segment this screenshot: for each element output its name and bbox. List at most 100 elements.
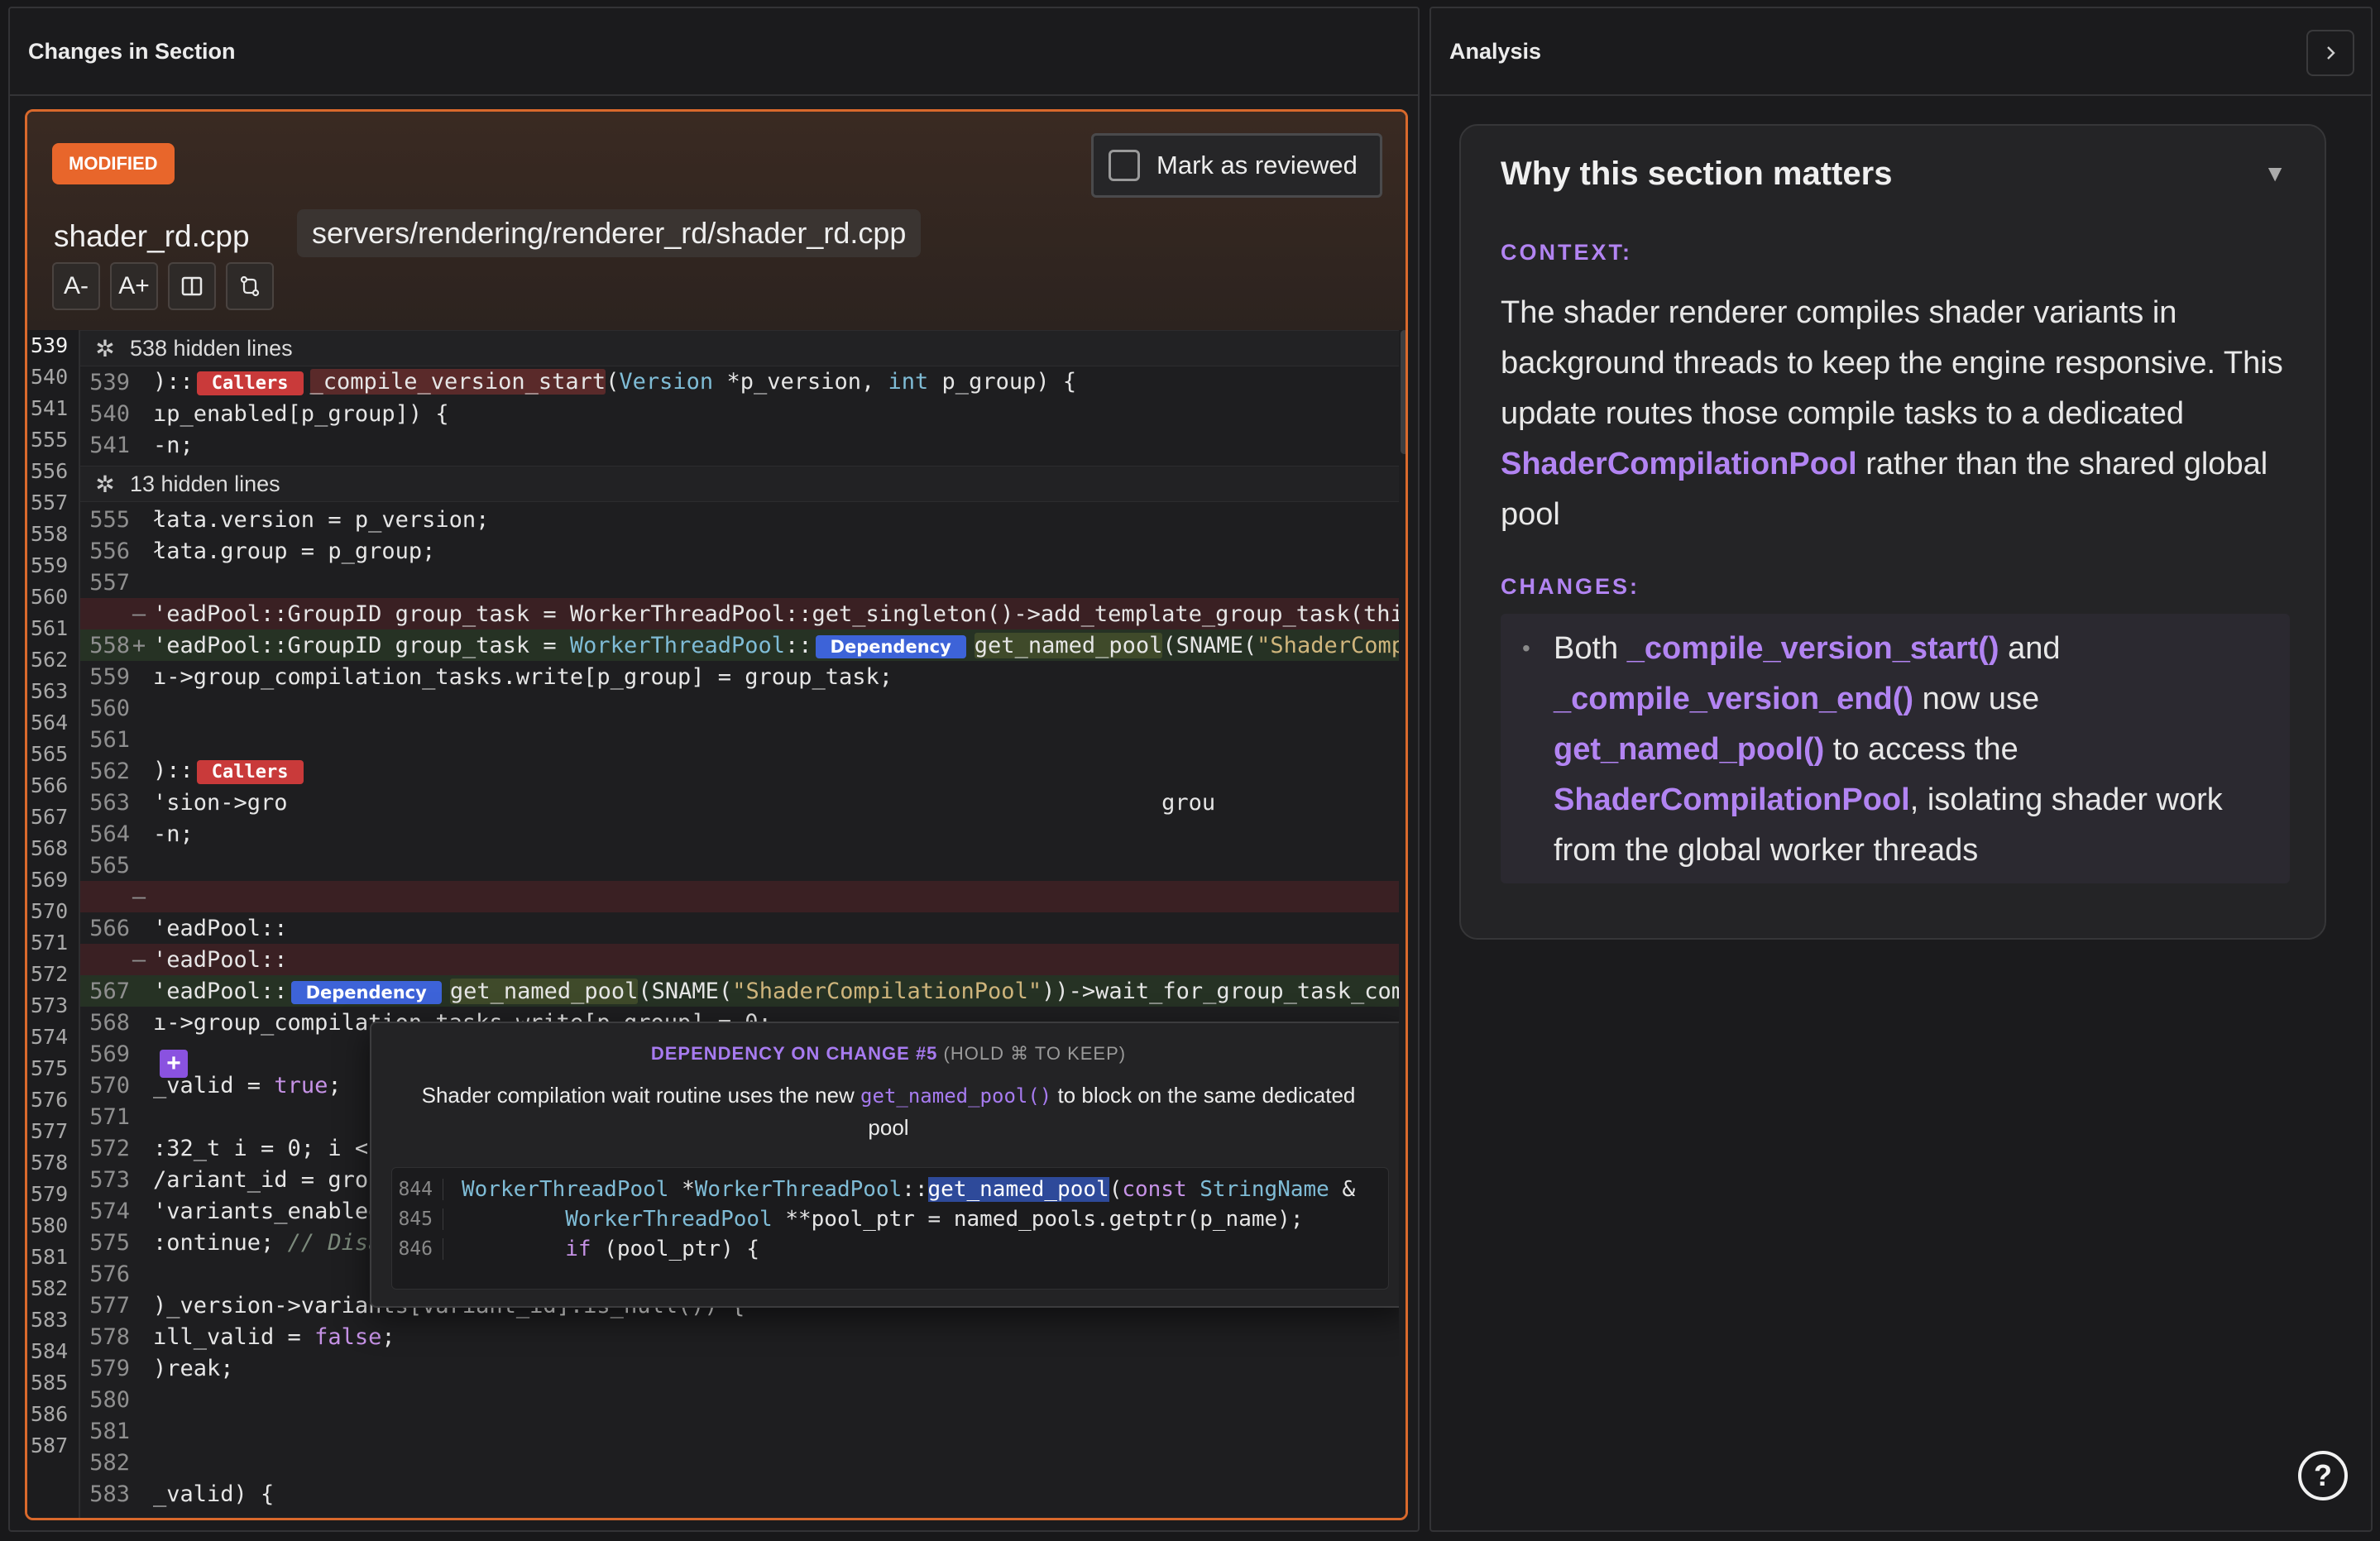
changes-panel-title: Changes in Section	[28, 38, 236, 64]
dependency-tooltip[interactable]: DEPENDENCY ON CHANGE #5 (HOLD ⌘ TO KEEP)…	[370, 1022, 1399, 1308]
hidden-lines-expander[interactable]: ✲ 538 hidden lines	[80, 330, 1399, 366]
split-view-button[interactable]	[168, 262, 216, 310]
tooltip-title: DEPENDENCY ON CHANGE #5 (HOLD ⌘ TO KEEP)	[650, 1043, 1127, 1064]
code-line: 579 )reak;	[80, 1352, 1399, 1384]
outer-line-number: 578	[31, 1151, 69, 1175]
changes-panel: Changes in Section MODIFIED Mark as revi…	[8, 7, 1420, 1532]
outer-line-number: 577	[31, 1119, 69, 1143]
file-name: shader_rd.cpp	[54, 219, 250, 253]
code-line-removed: —	[80, 881, 1399, 912]
mark-reviewed-label: Mark as reviewed	[1156, 151, 1358, 179]
diff-code: ✲ 538 hidden lines 539 ):: Callers _compil…	[80, 330, 1399, 1518]
outer-line-number: 579	[31, 1182, 69, 1206]
font-increase-button[interactable]: A+	[110, 262, 158, 310]
changes-text: Both _compile_version_start() and _compi…	[1554, 631, 2223, 868]
outer-line-number: 574	[31, 1025, 69, 1049]
code-line: 582	[80, 1447, 1399, 1478]
help-icon[interactable]: ?	[2298, 1451, 2348, 1500]
outer-line-number: 565	[31, 742, 69, 766]
outer-line-number: 572	[31, 962, 69, 986]
file-path: servers/rendering/renderer_rd/shader_rd.…	[297, 209, 922, 257]
code-line: 556 łata.group = p_group;	[80, 535, 1399, 567]
outer-line-number: 568	[31, 836, 69, 860]
mark-reviewed-checkbox[interactable]	[1109, 150, 1140, 181]
code-line: 565	[80, 849, 1399, 881]
code-line: 555 łata.version = p_version;	[80, 504, 1399, 535]
why-section-card: Why this section matters ▼ CONTEXT: The …	[1459, 124, 2326, 940]
outer-line-number: 585	[31, 1371, 69, 1395]
scroll-thumb[interactable]	[1401, 330, 1405, 454]
bullet-icon: •	[1522, 635, 1530, 661]
dependency-chip[interactable]: Dependency	[290, 980, 442, 1004]
code-line-removed: — 'eadPool::	[80, 944, 1399, 975]
code-line: 540 ıp_enabled[p_group]) {	[80, 398, 1399, 429]
chevron-right-icon	[2327, 46, 2335, 60]
outer-line-number: 573	[31, 993, 69, 1017]
callers-chip[interactable]: Callers	[196, 371, 304, 395]
outer-line-number: 575	[31, 1056, 69, 1080]
code-toolbar: A- A+	[52, 262, 274, 310]
callers-chip[interactable]: Callers	[196, 760, 304, 784]
expand-icon[interactable]: ✲	[80, 471, 130, 498]
outer-line-number: 571	[31, 931, 69, 955]
snippet-line: 844 WorkerThreadPool *WorkerThreadPool::g…	[392, 1175, 1355, 1204]
code-line: 583 _valid) {	[80, 1478, 1399, 1510]
code-line: 578 ıll_valid = false;	[80, 1321, 1399, 1352]
analysis-panel: Analysis Why this section matters ▼ CONT…	[1429, 7, 2373, 1532]
changes-panel-header: Changes in Section	[10, 8, 1418, 96]
change-card-header: MODIFIED Mark as reviewed shader_rd.cpp …	[27, 112, 1405, 330]
code-line: 559 ı->group_compilation_tasks.write[p_g…	[80, 661, 1399, 692]
outer-line-number: 539	[31, 333, 69, 357]
analysis-panel-title: Analysis	[1449, 38, 1542, 64]
outer-line-number: 576	[31, 1088, 69, 1112]
changes-label: CHANGES:	[1501, 574, 1640, 599]
tooltip-code-snippet: 844 WorkerThreadPool *WorkerThreadPool::g…	[391, 1167, 1389, 1290]
outer-line-number: 558	[31, 522, 69, 546]
snippet-line: 845 WorkerThreadPool **pool_ptr = named_…	[392, 1204, 1303, 1234]
git-compare-icon	[240, 275, 260, 297]
outer-line-number: 541	[31, 396, 69, 420]
outer-line-number: 559	[31, 553, 69, 577]
code-scrollbar[interactable]	[1399, 330, 1405, 1518]
outer-line-number: 583	[31, 1308, 69, 1332]
code-line-removed: — 'eadPool::GroupID group_task = WorkerT…	[80, 598, 1399, 629]
expand-icon[interactable]: ✲	[80, 335, 130, 362]
snippet-line: 846 if (pool_ptr) {	[392, 1234, 759, 1264]
changes-box: • Both _compile_version_start() and _com…	[1501, 614, 2290, 883]
outer-line-number: 540	[31, 365, 69, 389]
outer-line-number: 563	[31, 679, 69, 703]
add-comment-button[interactable]: +	[160, 1050, 188, 1078]
caret-down-icon[interactable]: ▼	[2263, 160, 2287, 187]
context-label: CONTEXT:	[1501, 240, 1632, 265]
outer-line-number: 566	[31, 773, 69, 797]
outer-line-number: 564	[31, 711, 69, 735]
context-accent: ShaderCompilationPool	[1501, 447, 1857, 481]
outer-line-number: 581	[31, 1245, 69, 1269]
code-line: 580	[80, 1384, 1399, 1415]
outer-line-number: 580	[31, 1213, 69, 1237]
outer-line-number: 567	[31, 805, 69, 829]
code-line-added: 567 'eadPool:: Dependency get_named_pool(S…	[80, 975, 1399, 1007]
outer-line-number: 570	[31, 899, 69, 923]
code-line: 560	[80, 692, 1399, 724]
outer-line-number: 569	[31, 868, 69, 892]
code-line: 562 ):: Callers	[80, 755, 1399, 787]
code-line: 539 ):: Callers _compile_version_start(Ver…	[80, 366, 1399, 398]
mark-reviewed-toggle[interactable]: Mark as reviewed	[1091, 133, 1382, 198]
collapse-panel-button[interactable]	[2306, 30, 2354, 76]
status-badge: MODIFIED	[52, 143, 175, 184]
tooltip-description: Shader compilation wait routine uses the…	[421, 1083, 1356, 1140]
code-line: 566 'eadPool::	[80, 912, 1399, 944]
code-line: 563 'sion->gro grou	[80, 787, 1399, 818]
code-line: 541 -n;	[80, 429, 1399, 461]
code-line: 557	[80, 567, 1399, 598]
hidden-lines-expander[interactable]: ✲ 13 hidden lines	[80, 466, 1399, 502]
dependency-chip[interactable]: Dependency	[815, 634, 966, 658]
outer-line-number: 582	[31, 1276, 69, 1300]
code-line: 561	[80, 724, 1399, 755]
outer-line-number: 555	[31, 428, 69, 452]
compare-button[interactable]	[226, 262, 274, 310]
code-line: 564 -n;	[80, 818, 1399, 849]
font-decrease-button[interactable]: A-	[52, 262, 100, 310]
diff-viewer[interactable]: 539 540 541 555 556 557 558 559 560 561 562 563 564 5…	[27, 330, 1405, 1518]
